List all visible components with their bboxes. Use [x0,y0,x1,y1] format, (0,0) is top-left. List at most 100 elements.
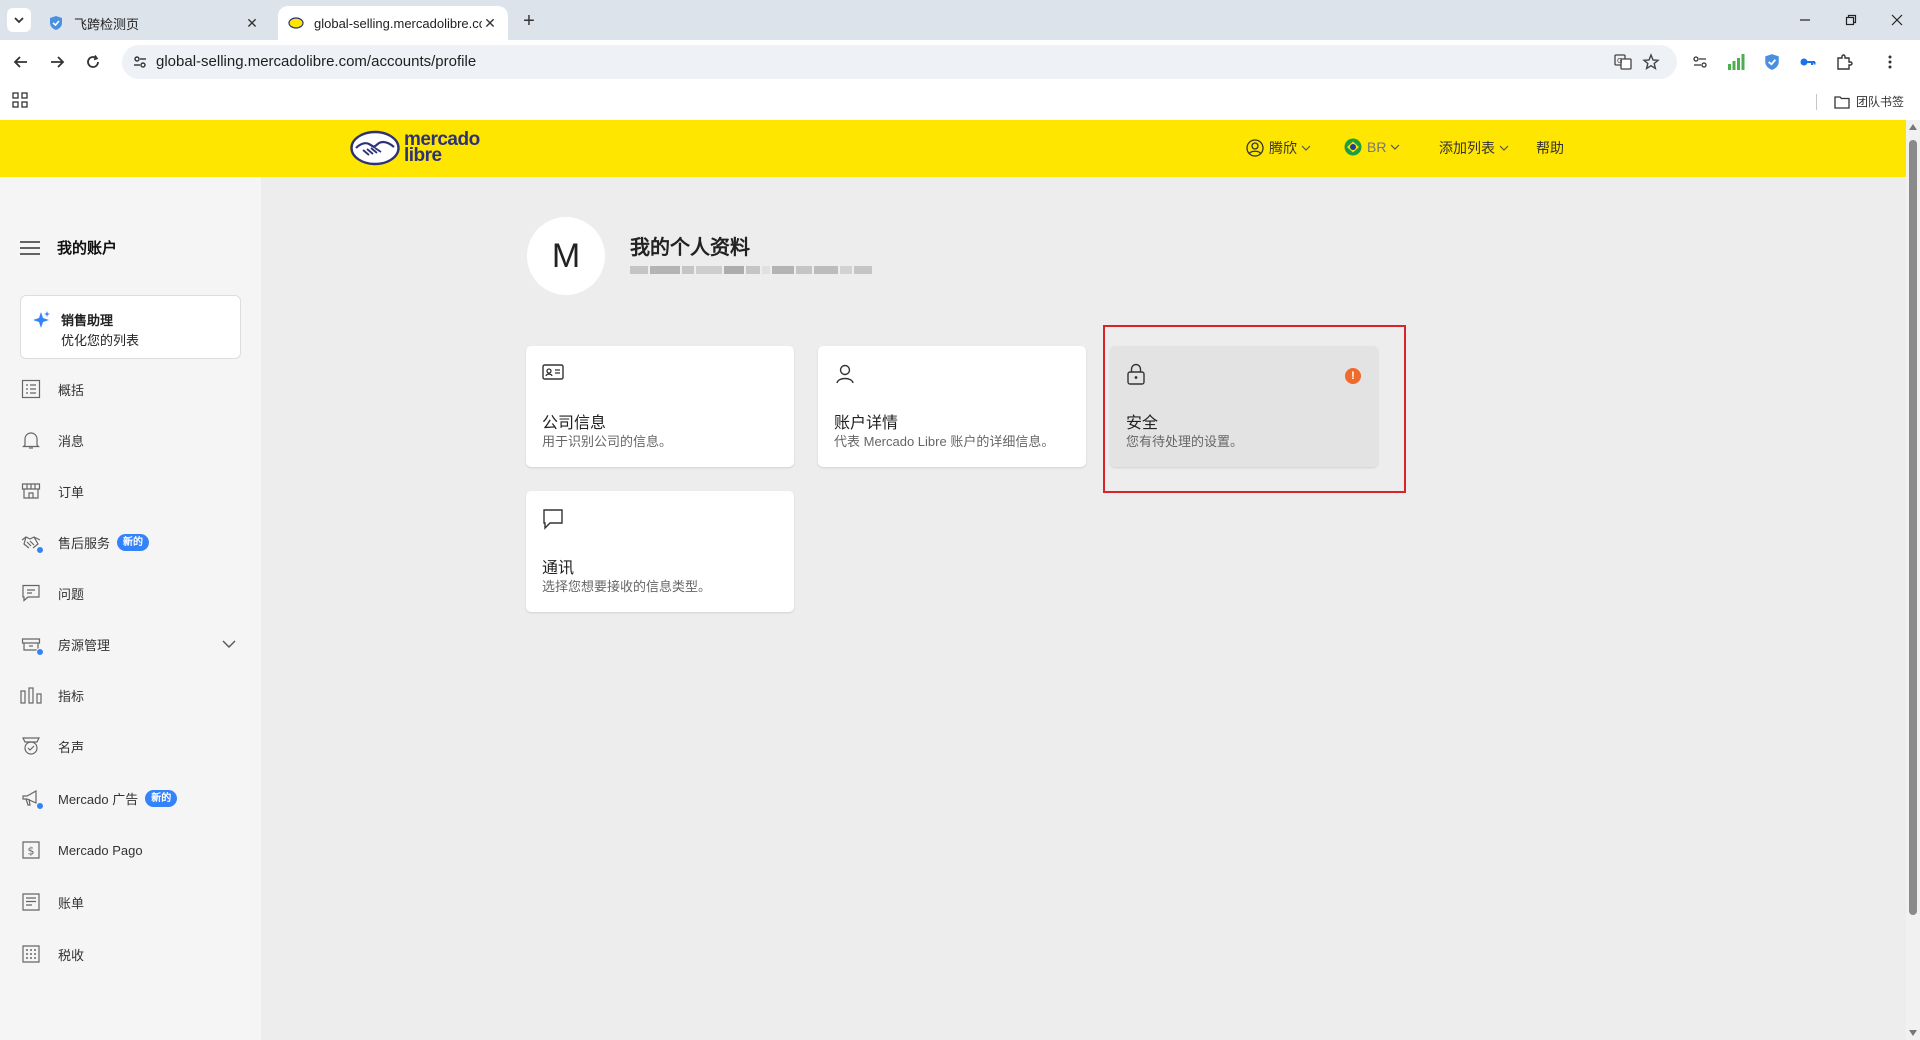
card-communications[interactable]: 通讯 选择您想要接收的信息类型。 [526,491,794,612]
box-icon [20,633,44,656]
url-text: global-selling.mercadolibre.com/accounts… [156,53,477,70]
card-description: 选择您想要接收的信息类型。 [542,579,712,594]
megaphone-icon [20,787,44,810]
sidebar-item-billing[interactable]: 账单 [20,888,241,916]
id-card-icon [542,364,564,380]
card-account-details[interactable]: 账户详情 代表 Mercado Libre 账户的详细信息。 [818,346,1086,467]
translate-icon[interactable]: G [1614,53,1632,71]
sidebar-item-label: 指标 [58,688,85,704]
close-window-button[interactable] [1882,8,1912,32]
apps-grid-icon[interactable] [12,92,28,108]
svg-text:$: $ [28,845,35,858]
sidebar-item-label: 房源管理 [58,637,111,653]
new-badge: 新的 [117,533,150,551]
notification-dot [36,802,44,810]
avatar[interactable]: M [527,217,605,295]
minimize-button[interactable] [1790,8,1820,32]
sidebar-item-questions[interactable]: 问题 [20,579,241,607]
chevron-down-icon [14,17,24,24]
logo-text: mercado libre [404,129,480,166]
menu-kebab-icon[interactable] [1880,52,1900,72]
key-extension-icon[interactable] [1798,52,1818,72]
bell-icon [20,429,42,451]
restore-icon [1845,14,1857,26]
page-scrollbar[interactable] [1906,120,1920,1040]
tab-groups-icon[interactable] [1690,52,1710,72]
tab-inactive[interactable]: 飞跨检测页 ✕ [38,6,270,40]
sidebar-item-label: 售后服务 [58,535,111,551]
close-tab-icon[interactable]: ✕ [244,15,260,31]
card-company-info[interactable]: 公司信息 用于识别公司的信息。 [526,346,794,467]
sales-assistant-card[interactable]: 销售助理 优化您的列表 [20,295,241,359]
sidebar-item-taxes[interactable]: 税收 [20,940,241,968]
arrow-left-icon [13,56,27,68]
sidebar-item-orders[interactable]: 订单 [20,477,241,505]
bookmark-star-icon[interactable] [1642,53,1660,71]
sidebar-item-label: 问题 [58,586,85,602]
sidebar-item-mercado-ads[interactable]: Mercado 广告 新的 [20,784,241,812]
mercadolibre-favicon-icon [288,17,304,29]
add-listing-label: 添加列表 [1439,140,1495,156]
bookmark-folder[interactable]: 团队书签 [1834,93,1904,110]
reload-button[interactable] [80,50,106,74]
address-bar[interactable]: global-selling.mercadolibre.com/accounts… [122,45,1677,79]
sidebar-item-metrics[interactable]: 指标 [20,681,241,709]
bookmarks-bar: 团队书签 [0,84,1920,120]
card-description: 用于识别公司的信息。 [542,434,673,449]
add-listing-menu[interactable]: 添加列表 [1439,138,1509,158]
help-link[interactable]: 帮助 [1536,138,1564,158]
reload-icon [87,55,99,68]
close-tab-icon[interactable]: ✕ [482,15,498,31]
assistant-subtitle: 优化您的列表 [61,333,140,348]
card-title: 账户详情 [834,415,899,432]
site-header: mercado libre 腾欣 BR 添加列表 帮助 [0,120,1906,177]
mercadolibre-logo[interactable]: mercado libre [350,130,480,166]
card-title: 公司信息 [542,415,607,432]
sidebar-item-reputation[interactable]: 名声 [20,732,241,760]
help-label: 帮助 [1536,140,1564,156]
handshake-icon [20,531,44,554]
restore-button[interactable] [1836,8,1866,32]
security-highlight-box [1103,325,1406,493]
calculator-icon [20,943,42,965]
browser-tab-bar: 飞跨检测页 ✕ global-selling.mercadolibre.com … [0,0,1920,40]
close-icon [1891,14,1903,26]
sidebar-item-after-sales[interactable]: 售后服务 新的 [20,528,241,556]
browser-toolbar: global-selling.mercadolibre.com/accounts… [0,40,1920,84]
chevron-down-icon[interactable] [221,636,237,652]
scrollbar-thumb[interactable] [1909,140,1917,915]
arrow-right-icon [51,56,65,68]
sidebar-item-mercado-pago[interactable]: $ Mercado Pago [20,836,241,864]
hamburger-menu-icon[interactable] [20,240,40,255]
back-button[interactable] [8,50,34,74]
page-title: 我的个人资料 [630,237,750,259]
tab-active[interactable]: global-selling.mercadolibre.com ✕ [278,6,508,40]
sidebar-item-listings[interactable]: 房源管理 [20,630,241,658]
receipt-icon [20,891,42,913]
chevron-down-icon [1391,144,1400,150]
user-menu[interactable]: 腾欣 [1246,138,1311,158]
sidebar-item-label: Mercado Pago [58,842,143,858]
card-title: 通讯 [542,560,575,577]
shield-extension-icon[interactable] [1762,52,1782,72]
country-selector[interactable]: BR [1344,138,1400,156]
user-circle-icon [1246,139,1264,157]
scroll-down-arrow-icon[interactable] [1909,1030,1917,1036]
tab-search-button[interactable] [7,8,31,32]
sidebar-item-overview[interactable]: 概括 [20,375,241,403]
sidebar-title: 我的账户 [57,240,118,257]
sidebar-header[interactable]: 我的账户 [20,237,117,258]
extensions-puzzle-icon[interactable] [1834,52,1854,72]
sidebar-item-label: 概括 [58,382,85,398]
redacted-email [630,263,902,277]
new-tab-button[interactable]: + [518,10,540,32]
signal-bars-extension-icon[interactable] [1726,52,1746,72]
sidebar-item-messages[interactable]: 消息 [20,426,241,454]
scroll-up-arrow-icon[interactable] [1909,124,1917,130]
forward-button[interactable] [44,50,70,74]
sidebar-item-label: 订单 [58,484,85,500]
minimize-icon [1800,19,1810,21]
site-settings-icon[interactable] [132,54,148,70]
medal-icon [20,735,42,757]
tab-title: global-selling.mercadolibre.com [314,15,482,31]
